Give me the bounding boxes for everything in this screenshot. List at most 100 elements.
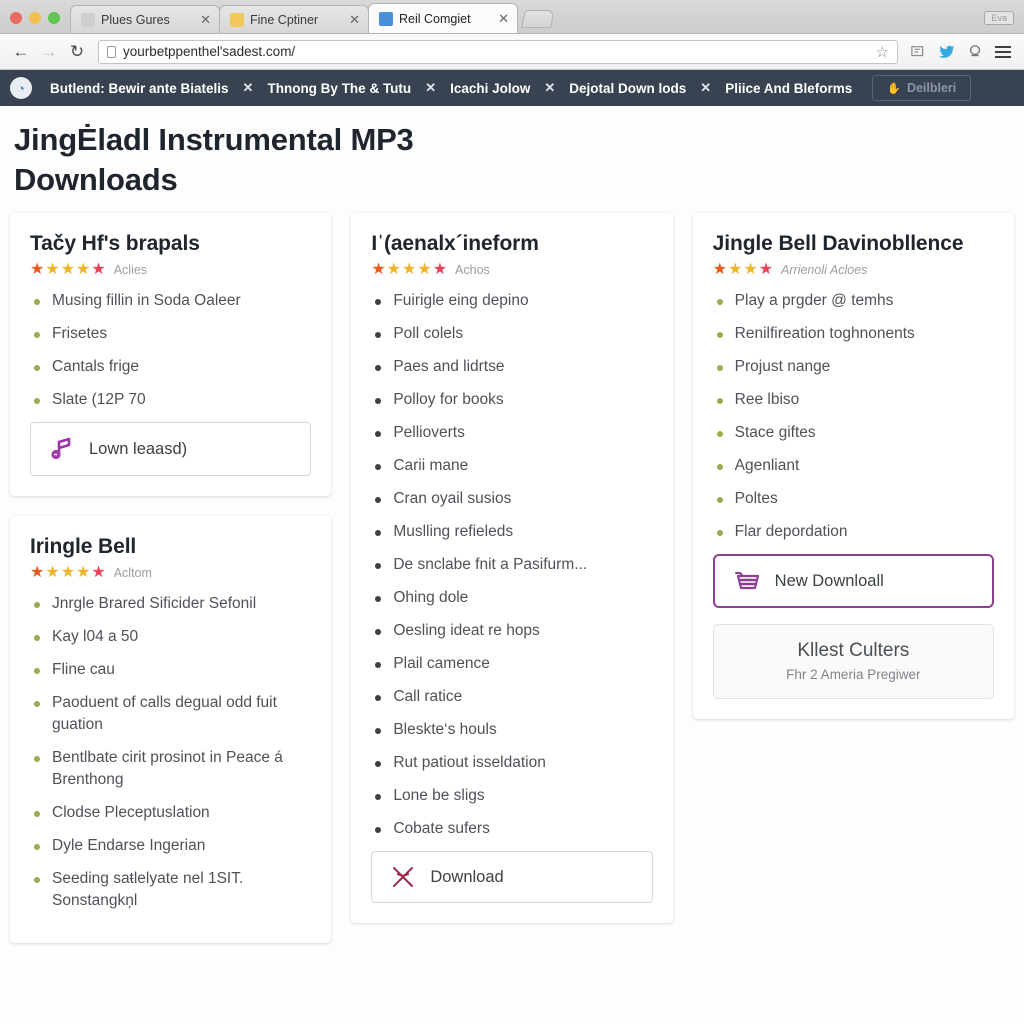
page-title-line-1: JingĖladl Instrumental MP3 <box>14 122 414 157</box>
list-item: Polloy for books <box>371 389 652 411</box>
new-tab-button[interactable] <box>521 10 555 28</box>
star-icon: ★ <box>30 564 45 582</box>
list-item: Slate (12P 70 <box>30 389 311 411</box>
new-download-button-label: New Downloall <box>774 571 884 590</box>
page-info-icon[interactable] <box>107 45 116 58</box>
bookmarks-action-label: Deilbleri <box>906 81 957 95</box>
list-item: Stace giftes <box>713 422 994 444</box>
list-item: Fline cau <box>30 659 311 681</box>
list-item: Dyle Endarse Ingerian <box>30 835 311 857</box>
star-icon: ★ <box>402 261 417 279</box>
card-jingle-bell-davinobllence: Jingle Bell Davinobllence ★ ★ ★ ★ Arrien… <box>692 213 1014 719</box>
secondary-action-subtitle: Fhr 2 Ameria Pregiwer <box>786 666 921 682</box>
new-download-button[interactable]: New Downloall <box>712 554 994 609</box>
list-item: Bentlbate cirit prosinot in Peace á Bren… <box>30 747 311 791</box>
tab-favicon-icon <box>230 12 244 27</box>
card-title: Tačy Hf's brapals <box>30 232 200 256</box>
download-button-label: Download <box>430 867 504 886</box>
bookmark-star-icon[interactable]: ☆ <box>876 43 889 61</box>
tab-favicon-icon <box>81 12 95 27</box>
bookmarks-bar: ◔ Butlend: Bewir ante Biatelis ✕ Thnong … <box>0 70 1024 106</box>
extension-puzzle-icon[interactable] <box>906 39 932 65</box>
bookmark-item-1[interactable]: Butlend: Bewir ante Biatelis <box>42 81 237 96</box>
page-title-line-2: Downloads <box>14 161 178 197</box>
column-middle: Iˈ(aenalx´ineform ★ ★ ★ ★ ★ Achos Fuirig… <box>351 213 673 924</box>
maximize-window-button[interactable] <box>48 12 60 24</box>
tab-close-icon[interactable]: ✕ <box>494 11 509 27</box>
download-button[interactable]: Download <box>371 851 653 904</box>
star-icon: ★ <box>76 564 91 582</box>
forward-arrow-icon[interactable]: → <box>36 39 62 65</box>
star-icon: ★ <box>432 261 448 279</box>
browser-window: Plues Gures ✕ Fine Cptiner ✕ Reil Comgie… <box>0 0 1024 1024</box>
list-item: Fuirigle eing depino <box>371 290 652 312</box>
tab-title: Fine Cptiner <box>250 12 319 27</box>
card-feature-list: Fuirigle eing depino Poll colels Paes an… <box>371 290 652 840</box>
star-icon: ★ <box>30 261 45 279</box>
star-icon: ★ <box>371 261 386 279</box>
star-icon: ★ <box>60 261 76 279</box>
bookmarks-action-button[interactable]: ✋ Deilbleri <box>872 75 972 101</box>
page-viewport: JingĖladl Instrumental MP3 Downloads Tač… <box>0 106 1024 1024</box>
star-icon: ★ <box>60 564 76 582</box>
shopping-cart-icon <box>734 572 759 590</box>
tab-strip: Plues Gures ✕ Fine Cptiner ✕ Reil Comgie… <box>0 0 1024 34</box>
card-feature-list: Musing fillin in Soda Oaleer Frisetes Ca… <box>30 290 311 411</box>
tab-close-icon[interactable]: ✕ <box>345 12 360 28</box>
bookmark-item-4[interactable]: Dejotal Down lods <box>561 81 694 96</box>
star-icon: ★ <box>45 261 60 279</box>
list-item: Agenliant <box>713 455 994 477</box>
list-item: Renilfireation toghnonents <box>713 323 994 345</box>
rating-label: Acltom <box>113 566 152 581</box>
bookmark-separator-icon: ✕ <box>544 80 556 95</box>
scissors-x-icon <box>393 867 414 888</box>
rating-label: Aclies <box>113 263 148 278</box>
window-control-button[interactable]: Eva <box>984 11 1014 25</box>
page-title: JingĖladl Instrumental MP3 Downloads <box>14 120 574 199</box>
back-arrow-icon[interactable]: ← <box>8 39 34 65</box>
star-icon: ★ <box>743 261 758 279</box>
list-item: Play a prgder @ temhs <box>713 290 994 312</box>
star-icon: ★ <box>91 564 106 582</box>
close-window-button[interactable] <box>10 12 22 24</box>
menu-hamburger-icon[interactable] <box>990 39 1016 65</box>
minimize-window-button[interactable] <box>29 12 41 24</box>
tab-title: Plues Gures <box>101 12 170 27</box>
secondary-action-title: Kllest Culters <box>797 640 910 662</box>
list-item: Oesling ideat re hops <box>371 620 652 642</box>
extension-stamp-icon[interactable] <box>962 39 988 65</box>
list-item: Poll colels <box>371 323 652 345</box>
rating-label: Achos <box>455 263 490 278</box>
column-right: Jingle Bell Davinobllence ★ ★ ★ ★ Arrien… <box>692 213 1014 719</box>
list-item: Muslling refieleds <box>371 521 652 543</box>
list-item: Kay l04 a 50 <box>30 626 311 648</box>
twitter-bird-icon[interactable] <box>934 39 960 65</box>
list-item: Frisetes <box>30 323 311 345</box>
bookmark-item-2[interactable]: Thnong By The & Tutu <box>259 81 419 96</box>
extension-glyph <box>911 45 924 56</box>
list-item: Musing fillin in Soda Oaleer <box>30 290 311 312</box>
reload-icon[interactable]: ↻ <box>64 39 90 65</box>
browser-tab-1[interactable]: Plues Gures ✕ <box>70 5 220 33</box>
address-bar[interactable]: yourbetppenthel'sadest.com/ ☆ <box>98 39 898 64</box>
browser-tab-3-active[interactable]: Reil Comgiet ✕ <box>368 3 518 33</box>
site-logo-icon: ◔ <box>10 77 32 99</box>
window-traffic-lights <box>0 12 70 33</box>
list-item: Jnrgle Brared Sificider Sefonil <box>30 593 311 615</box>
list-item: Rut patiout isseldation <box>371 752 652 774</box>
list-item: De snclabe fnit a Pasifurm... <box>371 554 652 576</box>
list-item: Cantals frige <box>30 356 311 378</box>
list-item: Paes and lidrtse <box>371 356 652 378</box>
tab-close-icon[interactable]: ✕ <box>196 12 211 28</box>
bookmark-item-5[interactable]: Pliice And Bleforms <box>717 81 860 96</box>
navigation-toolbar: ← → ↻ yourbetppenthel'sadest.com/ ☆ <box>0 34 1024 70</box>
browser-tab-2[interactable]: Fine Cptiner ✕ <box>219 5 369 33</box>
card-iaenalx-ineform: Iˈ(aenalx´ineform ★ ★ ★ ★ ★ Achos Fuirig… <box>351 213 673 924</box>
download-button[interactable]: Lown leaasd) <box>30 422 312 477</box>
bookmark-item-3[interactable]: Icachi Jolow <box>442 81 538 96</box>
list-item: Bleskte‘s houls <box>371 719 652 741</box>
tab-favicon-icon <box>379 11 393 26</box>
list-item: Call ratice <box>371 686 652 708</box>
stamp-glyph <box>969 44 981 56</box>
secondary-action-button[interactable]: Kllest Culters Fhr 2 Ameria Pregiwer <box>712 624 994 699</box>
